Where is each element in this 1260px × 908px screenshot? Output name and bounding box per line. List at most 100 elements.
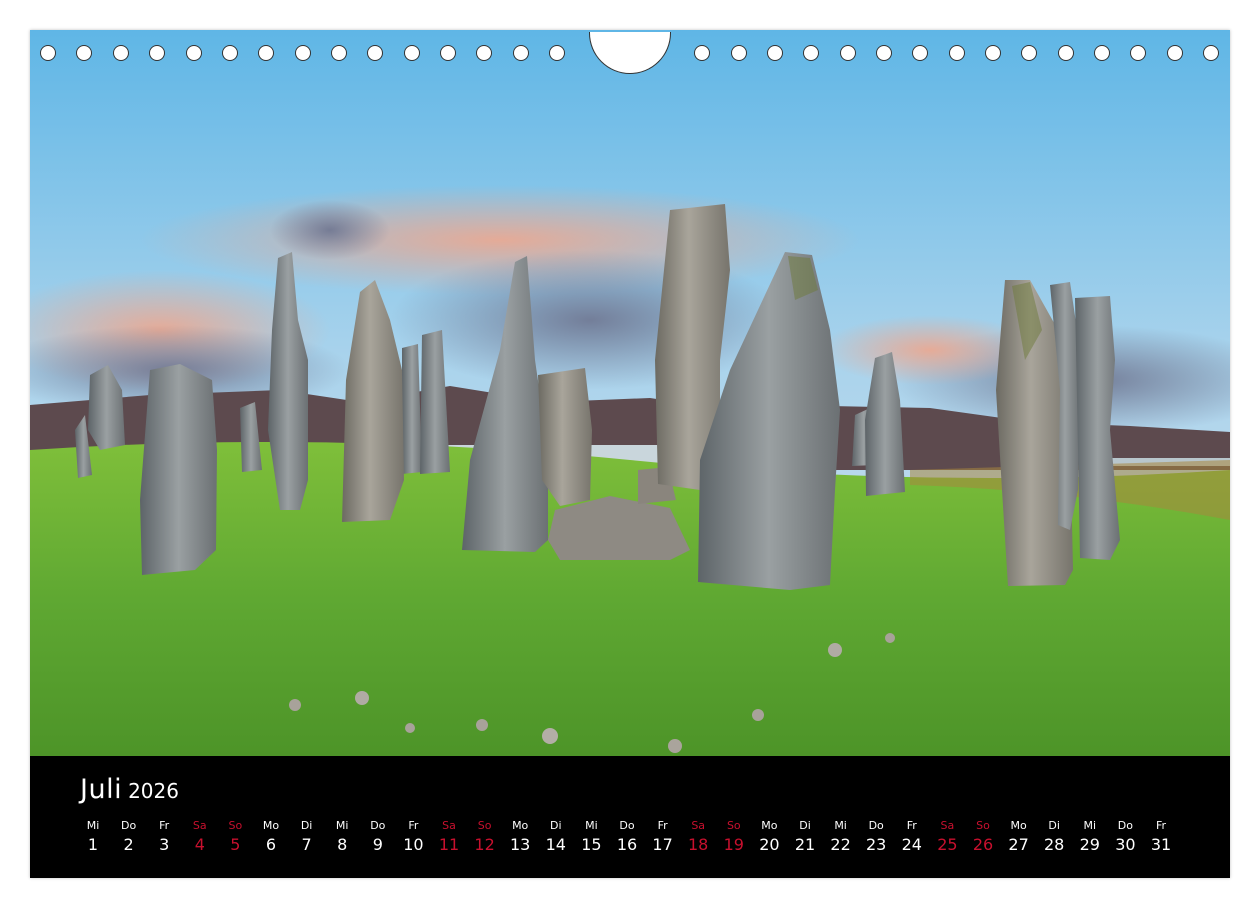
day-cell: Mo 6 [253, 818, 289, 856]
day-number: 30 [1115, 835, 1136, 854]
day-cell: Di 21 [787, 818, 823, 856]
weekday-label: Sa [940, 819, 955, 832]
weekday-label: So [976, 819, 990, 832]
binding-hole [113, 45, 129, 61]
day-number: 9 [372, 835, 383, 854]
weekday-label: So [228, 819, 243, 832]
binding-hole [186, 45, 202, 61]
day-cell: Di 28 [1036, 818, 1072, 856]
binding-hole [1058, 45, 1074, 61]
day-cell: Mi 29 [1072, 818, 1108, 856]
day-number: 31 [1150, 835, 1172, 854]
binding-hole [912, 45, 928, 61]
binding-hole [404, 45, 420, 61]
calendar-title: Juli 2026 [80, 774, 179, 805]
weekday-label: Fr [1155, 819, 1167, 832]
binding-hole [694, 45, 710, 61]
day-cell: Fr 24 [894, 818, 930, 856]
binding-hole [1130, 45, 1146, 61]
day-number: 3 [159, 835, 170, 854]
weekday-label: Mi [834, 819, 847, 832]
weekday-label: Mi [86, 819, 100, 832]
standing-stones-photo [30, 30, 1230, 756]
day-row: Mi 1 Do 2 Fr 3 Sa 4 So 5 Mo 6 Di 7 Mi 8 Do 9 Fr 10 Sa 11 So 12 M… [75, 818, 1195, 868]
day-cell: Sa 18 [680, 818, 716, 856]
day-number: 10 [403, 835, 424, 854]
day-number: 27 [1008, 835, 1029, 854]
day-cell: Do 23 [858, 818, 894, 856]
weekday-label: Di [300, 819, 313, 832]
day-cell: Fr 17 [645, 818, 681, 856]
weekday-label: Di [550, 819, 562, 832]
day-number: 8 [337, 835, 348, 854]
weekday-label: Di [1048, 819, 1060, 832]
day-number: 21 [794, 835, 816, 854]
binding-hole [331, 45, 347, 61]
binding-hole [258, 45, 274, 61]
day-number: 23 [866, 835, 887, 854]
weekday-label: Do [619, 819, 635, 832]
day-cell: Mo 13 [502, 818, 538, 856]
day-cell: Mo 20 [751, 818, 787, 856]
weekday-label: Fr [906, 819, 917, 832]
binding-hole [149, 45, 165, 61]
weekday-label: So [477, 819, 492, 832]
day-number: 25 [937, 835, 958, 854]
calendar-strip: Juli 2026 Mi 1 Do 2 Fr 3 Sa 4 So 5 Mo 6 Di 7 Mi 8 Do 9 Fr 10… [30, 756, 1230, 878]
day-cell: Mi 22 [823, 818, 859, 856]
binding-hole [76, 45, 92, 61]
binding-hole [1094, 45, 1110, 61]
day-cell: Fr 31 [1143, 818, 1179, 856]
day-number: 15 [581, 835, 602, 854]
weekday-label: So [726, 819, 741, 832]
day-number: 19 [723, 835, 744, 854]
day-cell: Do 9 [360, 818, 396, 856]
day-cell: So 5 [217, 818, 253, 856]
day-cell: Sa 25 [929, 818, 965, 856]
weekday-label: Fr [657, 819, 668, 832]
day-number: 28 [1044, 835, 1065, 854]
day-number: 1 [87, 835, 99, 854]
weekday-label: Mo [1010, 819, 1027, 832]
binding-hole [1021, 45, 1037, 61]
day-number: 29 [1079, 835, 1100, 854]
day-number: 5 [230, 835, 241, 854]
weekday-label: Do [868, 819, 884, 832]
weekday-label: Mo [262, 819, 280, 832]
day-cell: Di 14 [538, 818, 574, 856]
weekday-label: Do [120, 819, 137, 832]
year: 2026 [128, 779, 179, 803]
day-cell: Fr 10 [395, 818, 431, 856]
day-number: 18 [688, 835, 709, 854]
day-number: 4 [194, 835, 205, 854]
day-cell: Fr 3 [146, 818, 182, 856]
weekday-label: Do [370, 819, 386, 832]
binding-hole [767, 45, 783, 61]
day-cell: Mi 1 [75, 818, 111, 856]
day-cell: So 19 [716, 818, 752, 856]
weekday-label: Mo [512, 819, 529, 832]
day-cell: Mi 15 [573, 818, 609, 856]
binding-hole [476, 45, 492, 61]
day-number: 16 [616, 835, 638, 854]
binding-hole [949, 45, 965, 61]
weekday-label: Sa [192, 819, 207, 832]
day-number: 12 [474, 835, 495, 854]
weekday-label: Mo [761, 819, 778, 832]
day-number: 2 [123, 835, 134, 854]
binding-hole [1203, 45, 1219, 61]
weekday-label: Sa [442, 819, 456, 832]
day-cell: So 26 [965, 818, 1001, 856]
day-number: 13 [510, 835, 531, 854]
day-cell: Mi 8 [324, 818, 360, 856]
day-number: 26 [972, 835, 994, 854]
day-number: 6 [265, 835, 277, 854]
day-cell: Do 2 [111, 818, 147, 856]
day-cell: Sa 11 [431, 818, 467, 856]
day-cell: Do 30 [1107, 818, 1143, 856]
binding-hole [549, 45, 565, 61]
binding-hole [803, 45, 819, 61]
weekday-label: Sa [691, 819, 706, 832]
hanger-cutout [589, 32, 671, 74]
weekday-label: Di [799, 819, 811, 832]
